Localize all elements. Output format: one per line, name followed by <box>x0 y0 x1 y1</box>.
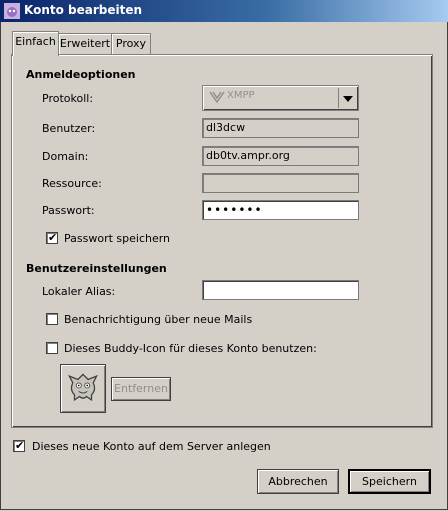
remove-icon-button[interactable]: Entfernen <box>111 377 171 401</box>
tab-label: Proxy <box>115 37 147 50</box>
domain-field[interactable]: db0tv.ampr.org <box>202 146 359 166</box>
tab-proxy[interactable]: Proxy <box>111 33 151 55</box>
password-label: Passwort: <box>42 204 95 217</box>
create-account-checkbox[interactable] <box>13 439 25 452</box>
remember-password-checkbox[interactable] <box>46 231 58 244</box>
protocol-dropdown[interactable]: XMPP <box>202 85 359 111</box>
tab-label: Einfach <box>15 35 56 48</box>
create-account-label[interactable]: Dieses neue Konto auf dem Server anlegen <box>32 440 271 453</box>
remember-password-label[interactable]: Passwort speichern <box>64 232 170 245</box>
section-user-settings: Benutzereinstellungen <box>26 262 167 275</box>
section-login-options: Anmeldeoptionen <box>26 68 136 81</box>
resource-field[interactable] <box>202 173 359 193</box>
cancel-button[interactable]: Abbrechen <box>257 469 339 494</box>
buddy-icon <box>68 373 98 402</box>
resource-label: Ressource: <box>42 177 102 190</box>
password-field[interactable]: ••••••• <box>202 200 359 220</box>
buddy-icon-checkbox[interactable] <box>46 342 58 354</box>
xmpp-icon <box>209 91 225 104</box>
username-label: Benutzer: <box>42 122 96 135</box>
buddy-icon-button[interactable] <box>60 364 106 413</box>
tab-einfach[interactable]: Einfach <box>12 31 59 56</box>
protocol-label: Protokoll: <box>42 92 94 105</box>
save-button[interactable]: Speichern <box>348 469 431 494</box>
buddy-icon-label[interactable]: Dieses Buddy-Icon für dieses Konto benut… <box>64 342 317 355</box>
tab-label: Erweitert <box>59 37 111 50</box>
tab-erweitert[interactable]: Erweitert <box>58 33 112 55</box>
chevron-down-icon[interactable] <box>338 88 356 108</box>
title-bar[interactable]: Konto bearbeiten <box>0 0 448 22</box>
domain-label: Domain: <box>42 150 89 163</box>
new-mail-label[interactable]: Benachrichtigung über neue Mails <box>64 313 252 326</box>
window-title: Konto bearbeiten <box>24 3 143 17</box>
protocol-value: XMPP <box>227 90 255 101</box>
username-field[interactable]: dl3dcw <box>202 118 359 138</box>
new-mail-checkbox[interactable] <box>46 313 58 325</box>
app-icon <box>4 3 20 19</box>
alias-field[interactable] <box>202 280 359 300</box>
alias-label: Lokaler Alias: <box>42 285 116 298</box>
